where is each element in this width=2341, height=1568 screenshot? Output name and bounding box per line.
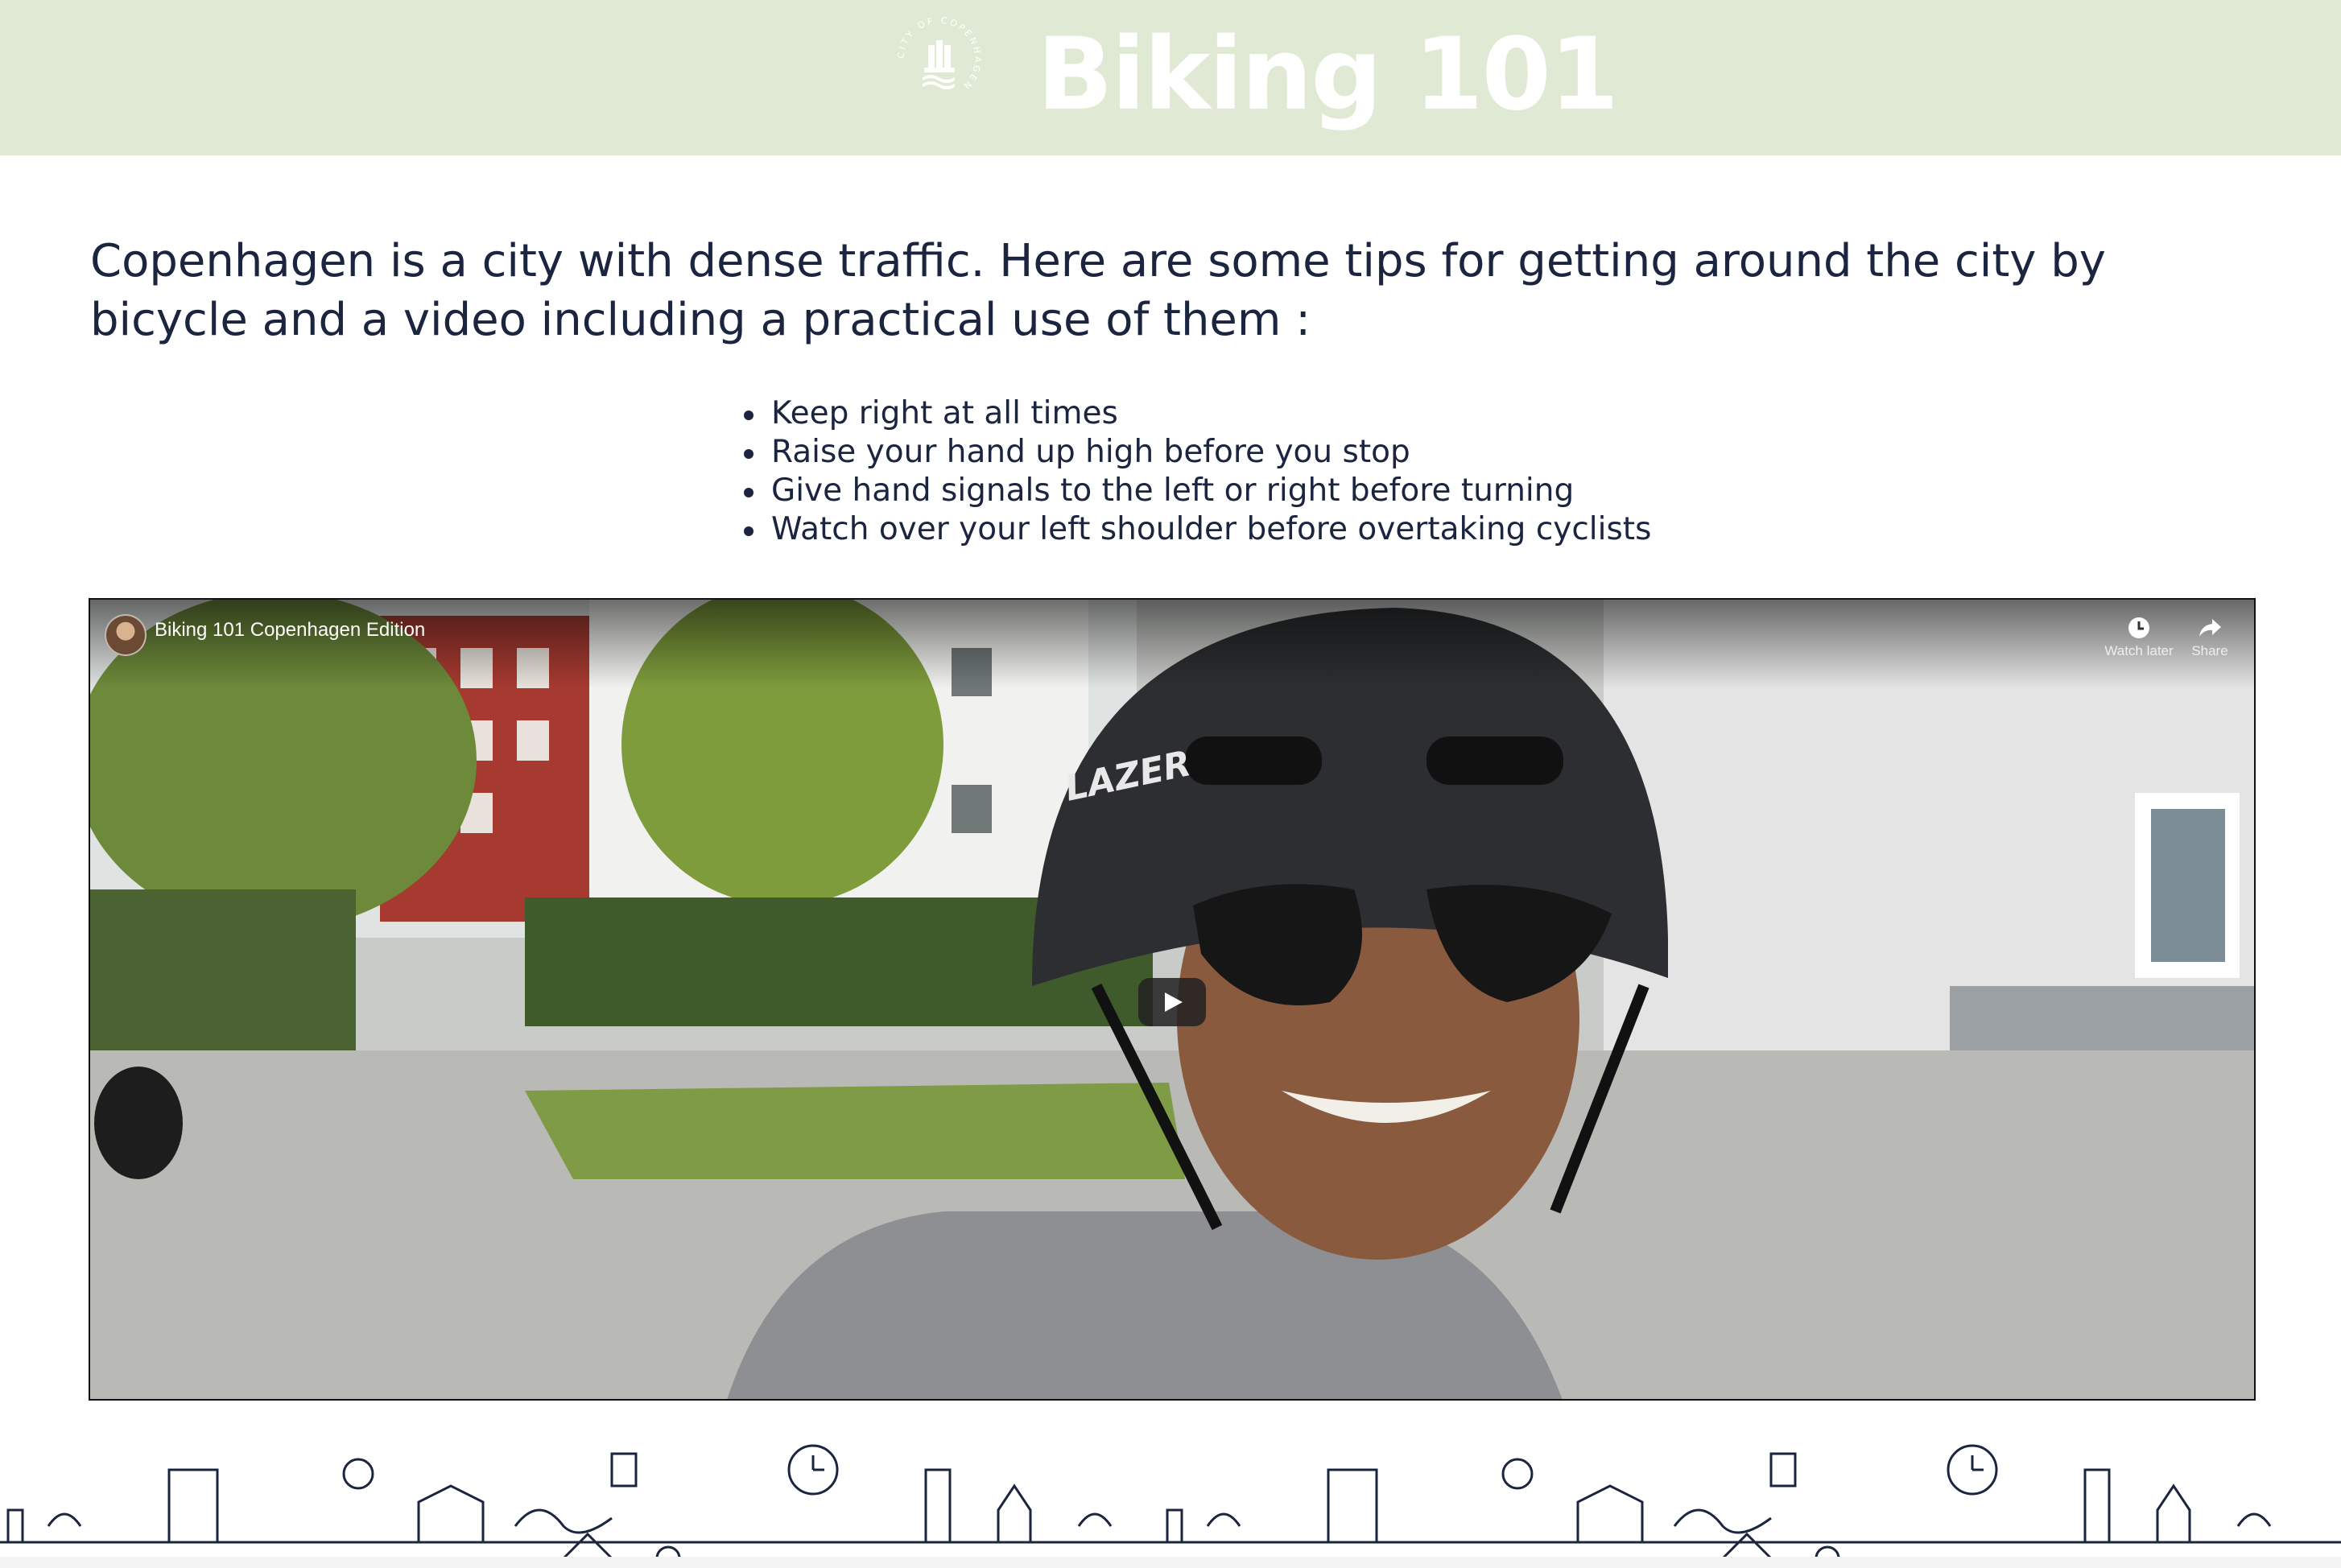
watch-later-button[interactable]: Watch later	[2103, 613, 2175, 659]
share-label: Share	[2191, 643, 2228, 658]
list-item: Watch over your left shoulder before ove…	[741, 510, 1651, 549]
intro-paragraph: Copenhagen is a city with dense traffic.…	[90, 235, 2106, 346]
city-skyline-illustration	[0, 1444, 2341, 1568]
list-item: Give hand signals to the left or right b…	[741, 472, 1651, 510]
video-title[interactable]: Biking 101 Copenhagen Edition	[155, 619, 425, 642]
city-of-copenhagen-logo: CITY OF COPENHAGEN	[896, 15, 981, 93]
clock-icon	[2128, 617, 2149, 638]
channel-avatar[interactable]	[105, 614, 147, 656]
share-arrow-icon	[2199, 619, 2221, 637]
watch-later-label: Watch later	[2104, 643, 2174, 658]
tips-list: Keep right at all times Raise your hand …	[741, 394, 1651, 549]
share-button[interactable]: Share	[2174, 613, 2246, 659]
play-button[interactable]	[1138, 978, 1206, 1026]
list-item: Keep right at all times	[741, 394, 1651, 433]
header-banner: CITY OF COPENHAGEN Biking 101	[0, 0, 2341, 155]
page-title: Biking 101	[1037, 17, 1619, 133]
video-player[interactable]: LAZER Biking 101 Copenhagen Edition Watc…	[89, 598, 2256, 1401]
list-item: Raise your hand up high before you stop	[741, 433, 1651, 472]
